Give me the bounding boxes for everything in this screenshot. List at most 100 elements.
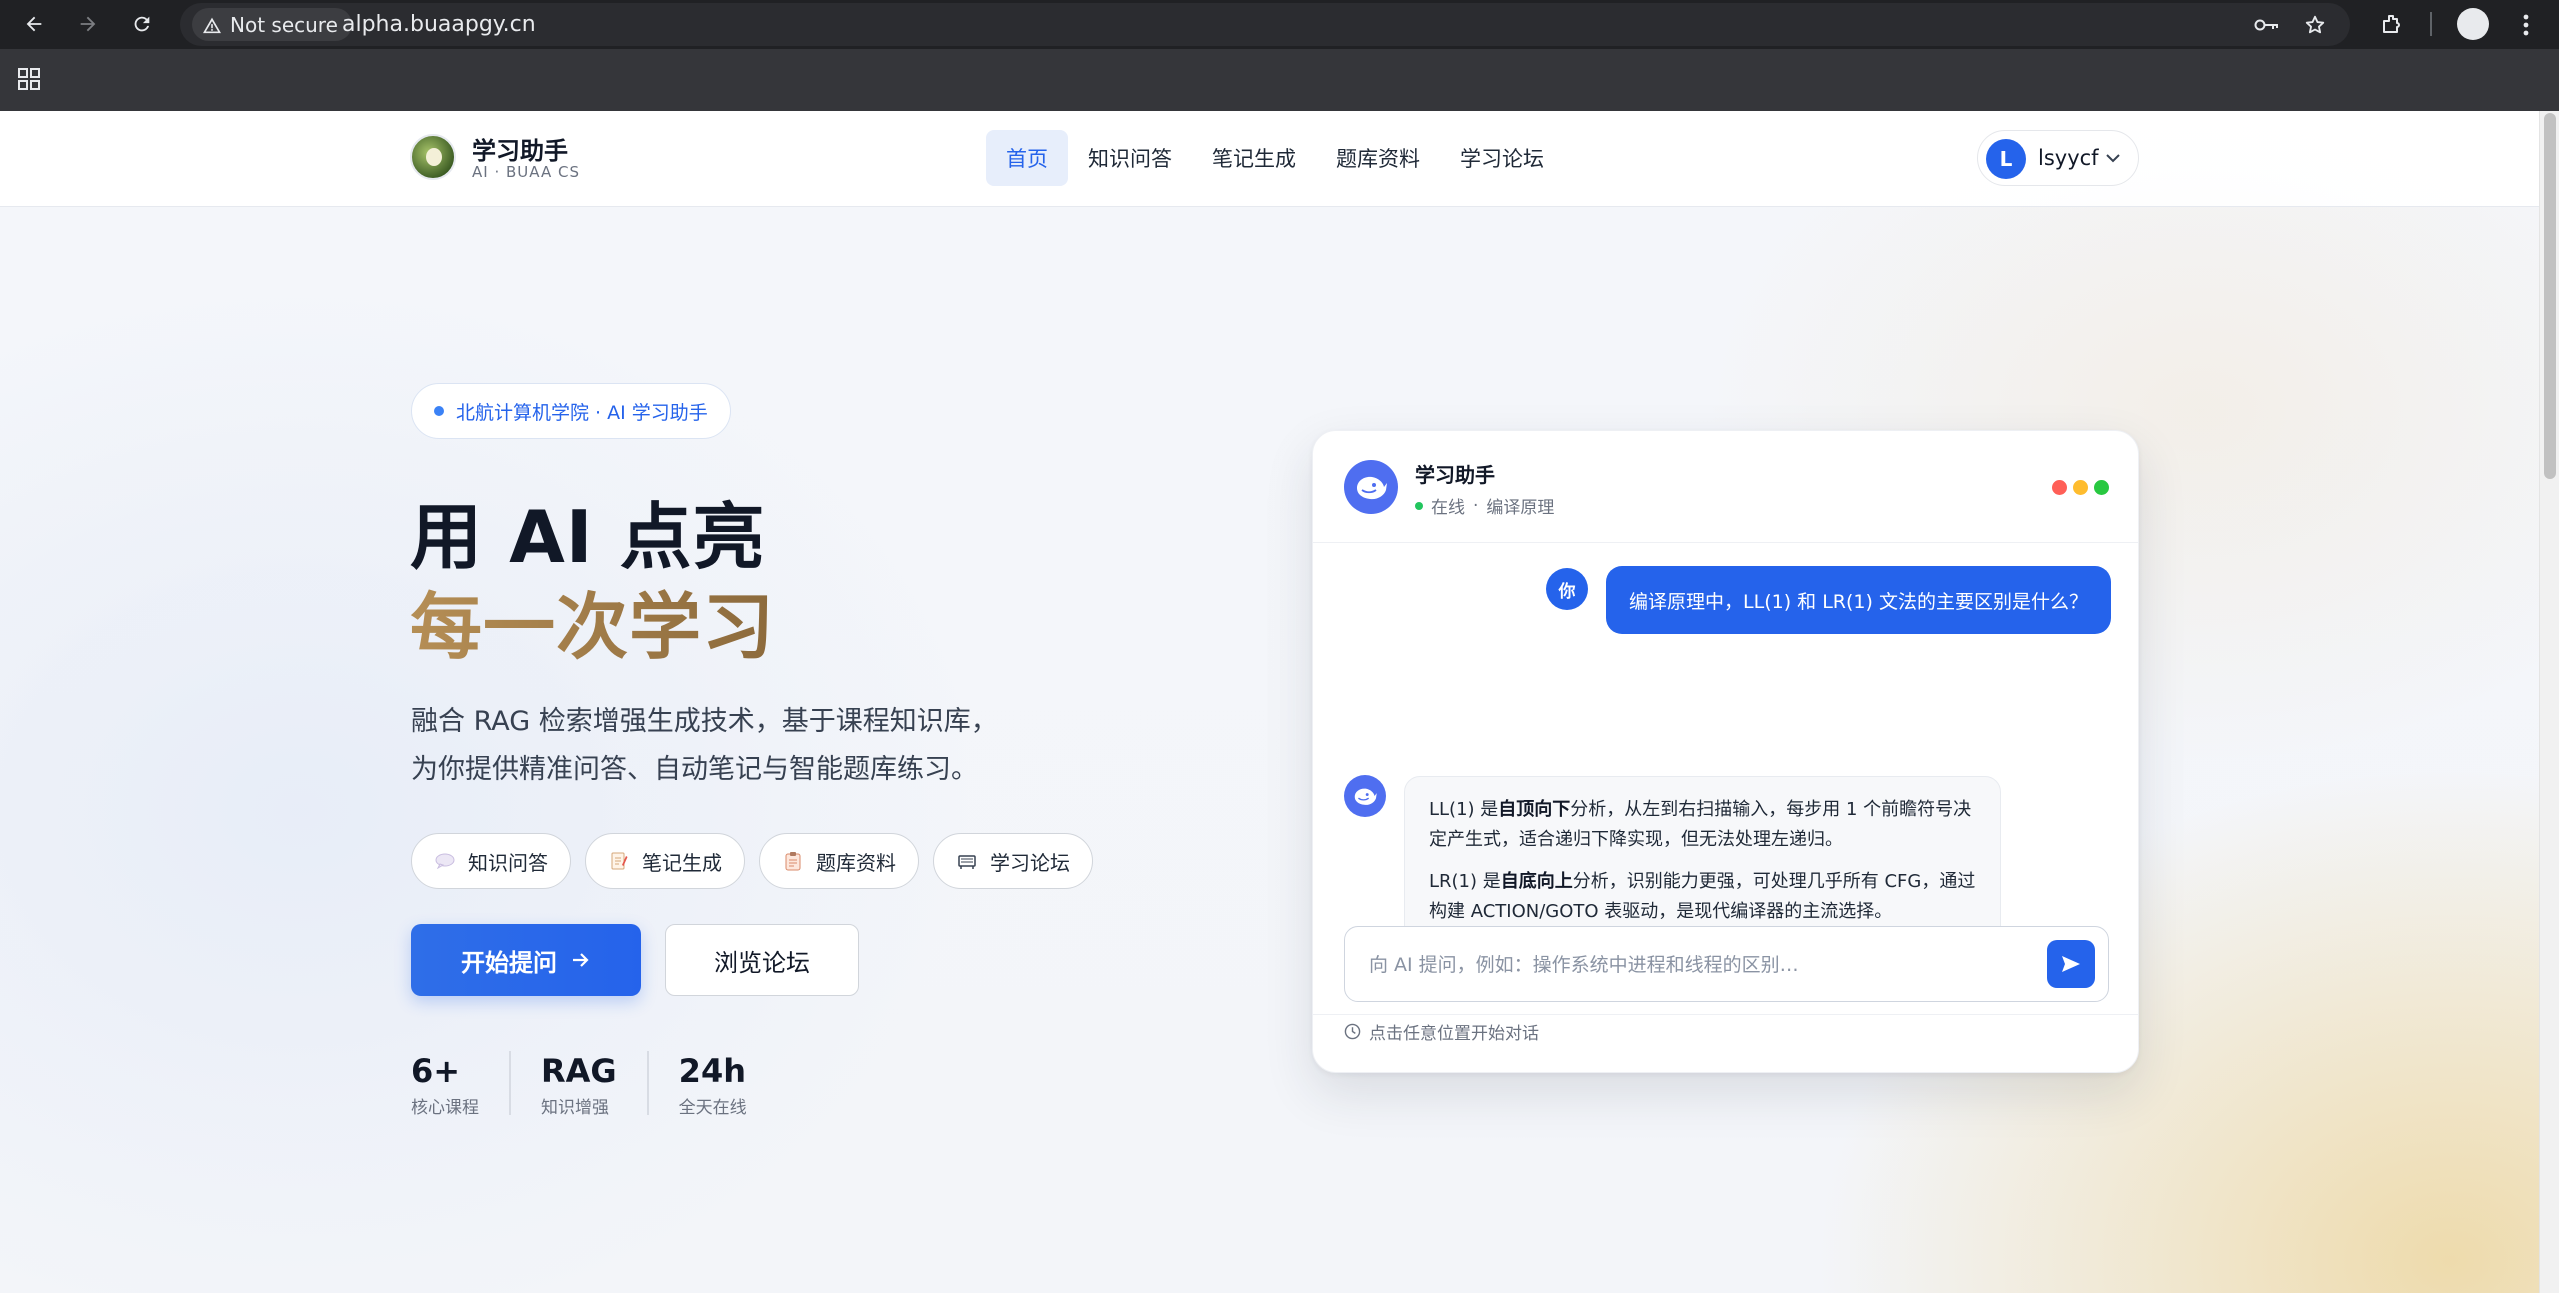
bot-message: LL(1) 是自顶向下分析，从左到右扫描输入，每步用 1 个前瞻符号决定产生式，… [1404,776,2001,950]
browser-toolbar: Not secure alpha.buaapgy.cn [0,0,2559,49]
nav-home[interactable]: 首页 [986,130,1068,186]
more-menu-icon[interactable] [2511,10,2541,40]
user-menu[interactable]: L lsyycf [1977,130,2139,186]
chip-qa-label: 知识问答 [468,850,548,875]
stat-value: 24h [678,1052,746,1090]
apps-grid-icon[interactable] [18,68,40,90]
chip-notes-label: 笔记生成 [642,850,722,875]
address-bar[interactable]: Not secure alpha.buaapgy.cn [180,3,2350,46]
yellow-dot-icon [2073,480,2088,495]
chip-forum-label: 学习论坛 [990,850,1070,875]
brand-subtitle: AI · BUAA CS [472,163,580,181]
user-message: 编译原理中，LL(1) 和 LR(1) 文法的主要区别是什么？ [1606,566,2111,634]
stat-value: RAG [541,1052,617,1090]
memo-icon [608,850,630,872]
green-dot-icon [2094,480,2109,495]
user-avatar: L [1986,139,2026,179]
hero-title-line2: 每一次学习 [410,568,775,673]
chip-question-bank[interactable]: 题库资料 [759,833,919,889]
user-message-avatar: 你 [1546,568,1588,610]
hero-badge: 北航计算机学院 · AI 学习助手 [411,383,731,439]
status-text: 在线 [1431,498,1465,518]
profile-avatar[interactable] [2457,8,2489,40]
back-button[interactable] [18,8,50,40]
url-text[interactable]: alpha.buaapgy.cn [342,12,536,37]
bot-paragraph-lr1: LR(1) 是自底向上分析，识别能力更强，可处理几乎所有 CFG，通过构建 AC… [1429,871,1976,922]
bot-paragraph-ll1: LL(1) 是自顶向下分析，从左到右扫描输入，每步用 1 个前瞻符号决定产生式，… [1429,799,1972,850]
brand-title[interactable]: 学习助手 [472,131,568,166]
stat-rag: RAG 知识增强 [541,1051,649,1118]
arrow-left-icon [26,16,42,32]
stat-courses: 6+ 核心课程 [411,1051,511,1118]
chat-input-box[interactable] [1344,926,2109,1002]
scrollbar-thumb[interactable] [2544,113,2556,479]
chat-header: 学习助手 在线 · 编译原理 [1313,431,2138,543]
status-separator: · [1473,495,1479,516]
red-dot-icon [2052,480,2067,495]
password-key-icon[interactable] [2254,13,2280,37]
stat-value: 6+ [411,1052,461,1090]
stat-label: 全天在线 [678,1098,747,1118]
stat-label: 知识增强 [541,1098,609,1118]
security-label: Not secure [230,12,338,37]
online-dot-icon [1415,501,1423,510]
nav-qa[interactable]: 知识问答 [1068,130,1192,186]
hero-description: 融合 RAG 检索增强生成技术，基于课程知识库， 为你提供精准问答、自动笔记与智… [411,698,1111,794]
user-name: lsyycf [2038,146,2099,170]
clock-icon [1344,1023,1361,1040]
chip-forum[interactable]: 学习论坛 [933,833,1093,889]
hero-desc-line2: 为你提供精准问答、自动笔记与智能题库练习。 [411,754,978,785]
hero-badge-text: 北航计算机学院 · AI 学习助手 [456,401,708,424]
extensions-icon[interactable] [2377,10,2407,40]
warning-icon [203,17,221,33]
bookmark-star-icon[interactable] [2302,13,2328,37]
bot-message-avatar [1344,775,1386,817]
start-asking-button[interactable]: 开始提问 [411,924,641,996]
send-icon [2062,956,2080,972]
start-asking-label: 开始提问 [461,948,557,977]
window-dots [2052,480,2109,495]
chip-notes[interactable]: 笔记生成 [585,833,745,889]
send-button[interactable] [2047,940,2095,988]
forum-icon [956,850,978,872]
badge-dot-icon [434,406,444,416]
chip-question-bank-label: 题库资料 [816,850,896,875]
chat-hint: 点击任意位置开始对话 [1344,1019,1539,1044]
stat-label: 核心课程 [411,1098,479,1118]
main-nav: 首页 知识问答 笔记生成 题库资料 学习论坛 [986,130,1564,186]
arrow-right-icon [573,953,589,967]
site-header: 学习助手 AI · BUAA CS 首页 知识问答 笔记生成 题库资料 学习论坛… [0,111,2539,207]
reload-icon [134,16,150,32]
hero-desc-line1: 融合 RAG 检索增强生成技术，基于课程知识库， [411,706,998,737]
whale-icon [1357,476,1387,500]
chat-hint-text: 点击任意位置开始对话 [1369,1024,1539,1044]
site-logo[interactable] [410,134,456,180]
chat-status: 在线 · 编译原理 [1415,493,1554,518]
chevron-down-icon [2106,154,2120,163]
nav-question-bank[interactable]: 题库资料 [1316,130,1440,186]
whale-icon [1354,788,1377,805]
chat-title: 学习助手 [1415,463,1495,487]
chat-divider [1313,1014,2138,1015]
security-chip[interactable]: Not secure [192,8,352,41]
reload-button[interactable] [126,8,158,40]
chat-input[interactable] [1369,949,2029,981]
bot-avatar [1344,460,1398,514]
speech-bubble-icon [434,850,456,872]
feature-chips: 知识问答 笔记生成 题库资料 学习论坛 [411,833,1093,889]
forward-button[interactable] [72,8,104,40]
stats-row: 6+ 核心课程 RAG 知识增强 24h 全天在线 [411,1051,807,1118]
page-scrollbar[interactable] [2539,111,2559,1293]
chat-preview-card[interactable]: 学习助手 在线 · 编译原理 你 编译原理中，LL(1) 和 LR(1) 文法的… [1312,430,2139,1073]
nav-forum[interactable]: 学习论坛 [1440,130,1564,186]
stat-online: 24h 全天在线 [678,1051,777,1118]
arrow-right-icon [80,16,96,32]
page-viewport: 学习助手 AI · BUAA CS 首页 知识问答 笔记生成 题库资料 学习论坛… [0,111,2559,1293]
toolbar-divider [2430,12,2432,36]
clipboard-icon [782,850,804,872]
browse-forum-button[interactable]: 浏览论坛 [665,924,859,996]
nav-notes[interactable]: 笔记生成 [1192,130,1316,186]
chat-topic: 编译原理 [1486,498,1555,518]
chip-qa[interactable]: 知识问答 [411,833,571,889]
bookmarks-bar [0,49,2559,111]
